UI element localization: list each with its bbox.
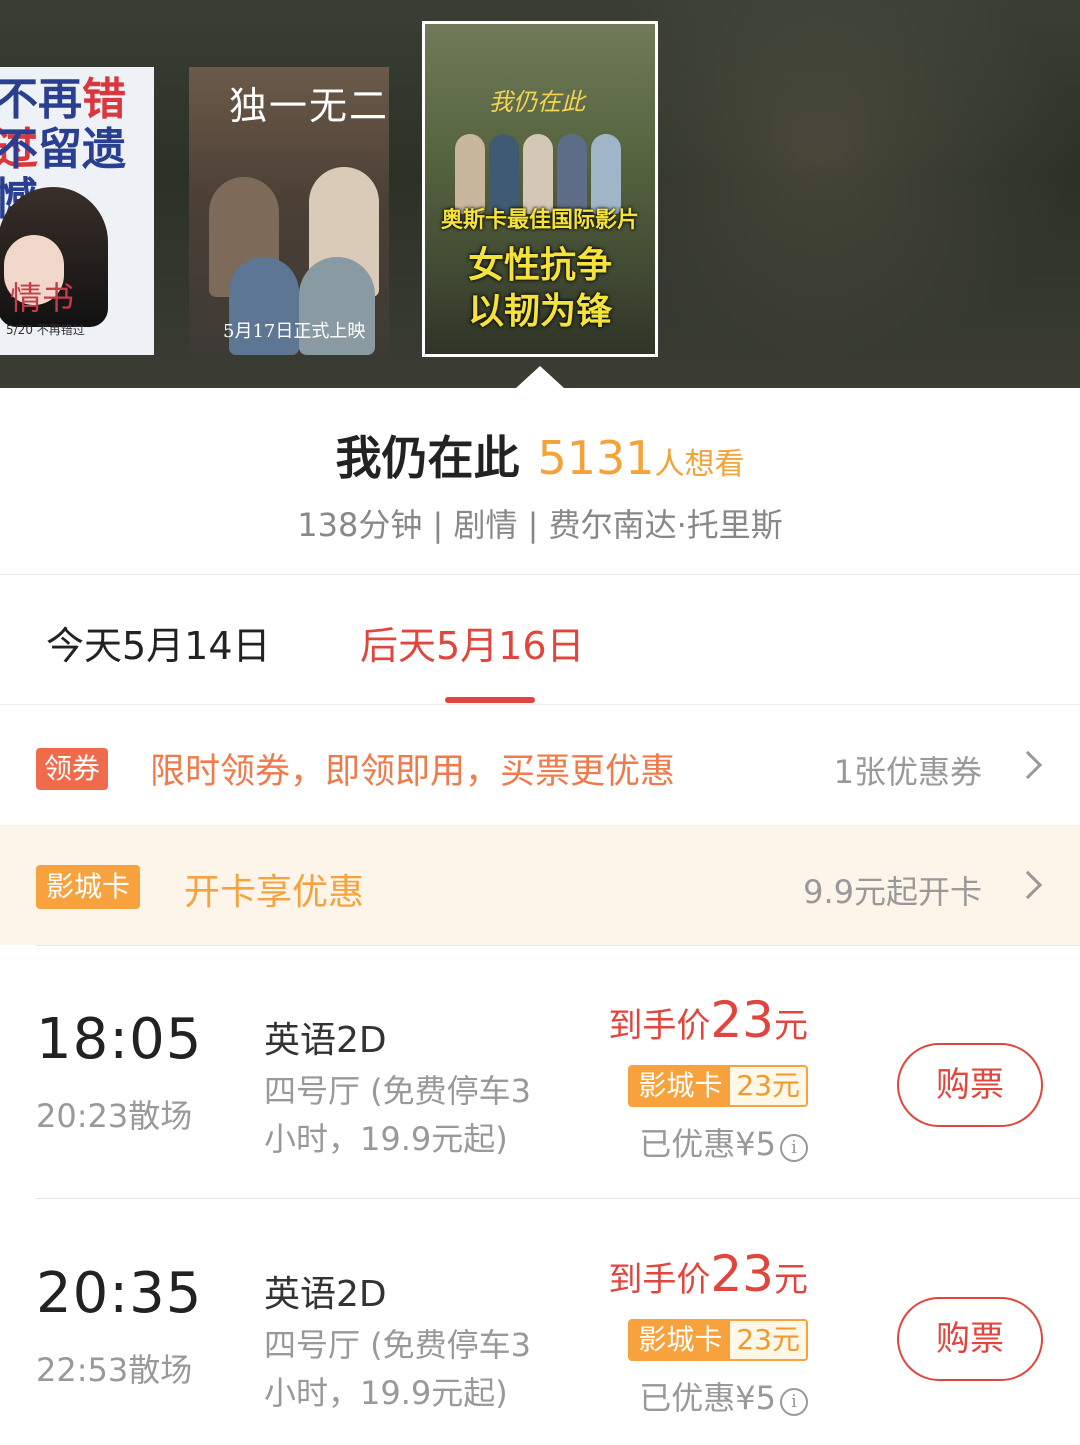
poster-title: 我仍在此 bbox=[489, 88, 585, 116]
show-hall: 四号厅 (免费停车3小时，19.9元起) bbox=[264, 1072, 532, 1158]
showtime-row[interactable]: 18:05 20:23散场 英语2D 四号厅 (免费停车3小时，19.9元起) … bbox=[0, 945, 1080, 1198]
buy-ticket-button[interactable]: 购票 bbox=[897, 1297, 1043, 1381]
chevron-right-icon bbox=[1013, 870, 1043, 900]
final-price: 到手价23元 bbox=[608, 991, 808, 1049]
price-unit: 元 bbox=[774, 1260, 808, 1300]
discount-info: 已优惠¥5 i bbox=[639, 1119, 808, 1165]
poster-im-still-here-selected[interactable]: 我仍在此 奥斯卡最佳国际影片 女性抗争 以韧为锋 bbox=[422, 21, 658, 357]
poster-date: 5/20 不再错过 bbox=[6, 323, 85, 337]
card-price-value: 23元 bbox=[730, 1321, 806, 1359]
discount-text: 已优惠¥5 bbox=[639, 1379, 776, 1417]
date-tabs: 今天5月14日 后天5月16日 bbox=[0, 575, 1080, 705]
coupon-text: 限时领券，即领即用，买票更优惠 bbox=[150, 752, 676, 792]
want-suffix: 人想看 bbox=[654, 447, 745, 482]
poster-slogan: 以韧为锋 bbox=[467, 291, 612, 332]
card-price-label: 影城卡 bbox=[630, 1321, 731, 1359]
show-language: 英语2D bbox=[264, 1274, 387, 1315]
coupon-badge: 领券 bbox=[36, 748, 109, 790]
poster-text: 不再 bbox=[0, 74, 82, 125]
show-hall: 四号厅 (免费停车3小时，19.9元起) bbox=[264, 1326, 532, 1412]
movie-meta: 138分钟 | 剧情 | 费尔南达·托里斯 bbox=[297, 506, 783, 544]
card-price-tag: 影城卡 23元 bbox=[628, 1065, 808, 1107]
poster-date: 5月17日正式上映 bbox=[223, 321, 366, 342]
show-end-time: 20:23散场 bbox=[36, 1097, 193, 1135]
poster-carousel[interactable]: 不再错过 不留遗憾 情书 5/20 不再错过 独一无二 5月17日正式上映 我仍… bbox=[0, 0, 1080, 388]
want-count: 5131 bbox=[537, 431, 655, 485]
card-price: 9.9元起开卡 bbox=[803, 873, 982, 911]
card-price-label: 影城卡 bbox=[630, 1067, 731, 1105]
poster-love-letter[interactable]: 不再错过 不留遗憾 情书 5/20 不再错过 bbox=[0, 67, 154, 355]
card-badge: 影城卡 bbox=[36, 865, 141, 909]
price-label: 到手价 bbox=[608, 1006, 711, 1046]
movie-info[interactable]: 我仍在此 5131人想看 138分钟 | 剧情 | 费尔南达·托里斯 bbox=[0, 388, 1080, 575]
final-price: 到手价23元 bbox=[608, 1245, 808, 1303]
coupon-count: 1张优惠券 bbox=[833, 753, 982, 791]
coupon-row[interactable]: 领券 限时领券，即领即用，买票更优惠 1张优惠券 bbox=[0, 705, 1080, 825]
show-end-time: 22:53散场 bbox=[36, 1351, 193, 1389]
card-text: 开卡享优惠 bbox=[184, 872, 365, 913]
discount-text: 已优惠¥5 bbox=[639, 1125, 776, 1163]
show-start-time: 18:05 bbox=[36, 1007, 203, 1072]
poster-one-and-only[interactable]: 独一无二 5月17日正式上映 bbox=[189, 67, 389, 355]
poster-slogan: 奥斯卡最佳国际影片 bbox=[440, 208, 639, 233]
info-icon[interactable]: i bbox=[780, 1134, 808, 1162]
info-icon[interactable]: i bbox=[780, 1388, 808, 1416]
chevron-right-icon bbox=[1013, 750, 1043, 780]
poster-title: 情书 bbox=[10, 279, 75, 317]
cinema-card-row[interactable]: 影城卡 开卡享优惠 9.9元起开卡 bbox=[0, 825, 1080, 945]
poster-slogan: 女性抗争 bbox=[467, 245, 612, 286]
movie-title: 我仍在此 bbox=[335, 431, 520, 485]
tab-day-after-tomorrow[interactable]: 后天5月16日 bbox=[360, 615, 585, 670]
poster-title: 独一无二 bbox=[229, 84, 389, 128]
price-label: 到手价 bbox=[608, 1260, 711, 1300]
showtime-row[interactable]: 20:35 22:53散场 英语2D 四号厅 (免费停车3小时，19.9元起) … bbox=[36, 1198, 1080, 1445]
price-value: 23 bbox=[710, 1245, 774, 1303]
selected-pointer bbox=[516, 366, 564, 388]
showtime-list: 18:05 20:23散场 英语2D 四号厅 (免费停车3小时，19.9元起) … bbox=[0, 945, 1080, 1445]
card-price-value: 23元 bbox=[730, 1067, 806, 1105]
discount-info: 已优惠¥5 i bbox=[639, 1373, 808, 1419]
show-start-time: 20:35 bbox=[36, 1261, 203, 1326]
tab-active-indicator bbox=[445, 697, 535, 703]
poster-text: 不留 bbox=[0, 124, 82, 175]
tab-today[interactable]: 今天5月14日 bbox=[46, 615, 271, 670]
card-price-tag: 影城卡 23元 bbox=[628, 1319, 808, 1361]
price-unit: 元 bbox=[774, 1006, 808, 1046]
buy-ticket-button[interactable]: 购票 bbox=[897, 1043, 1043, 1127]
show-language: 英语2D bbox=[264, 1020, 387, 1061]
price-value: 23 bbox=[710, 991, 774, 1049]
